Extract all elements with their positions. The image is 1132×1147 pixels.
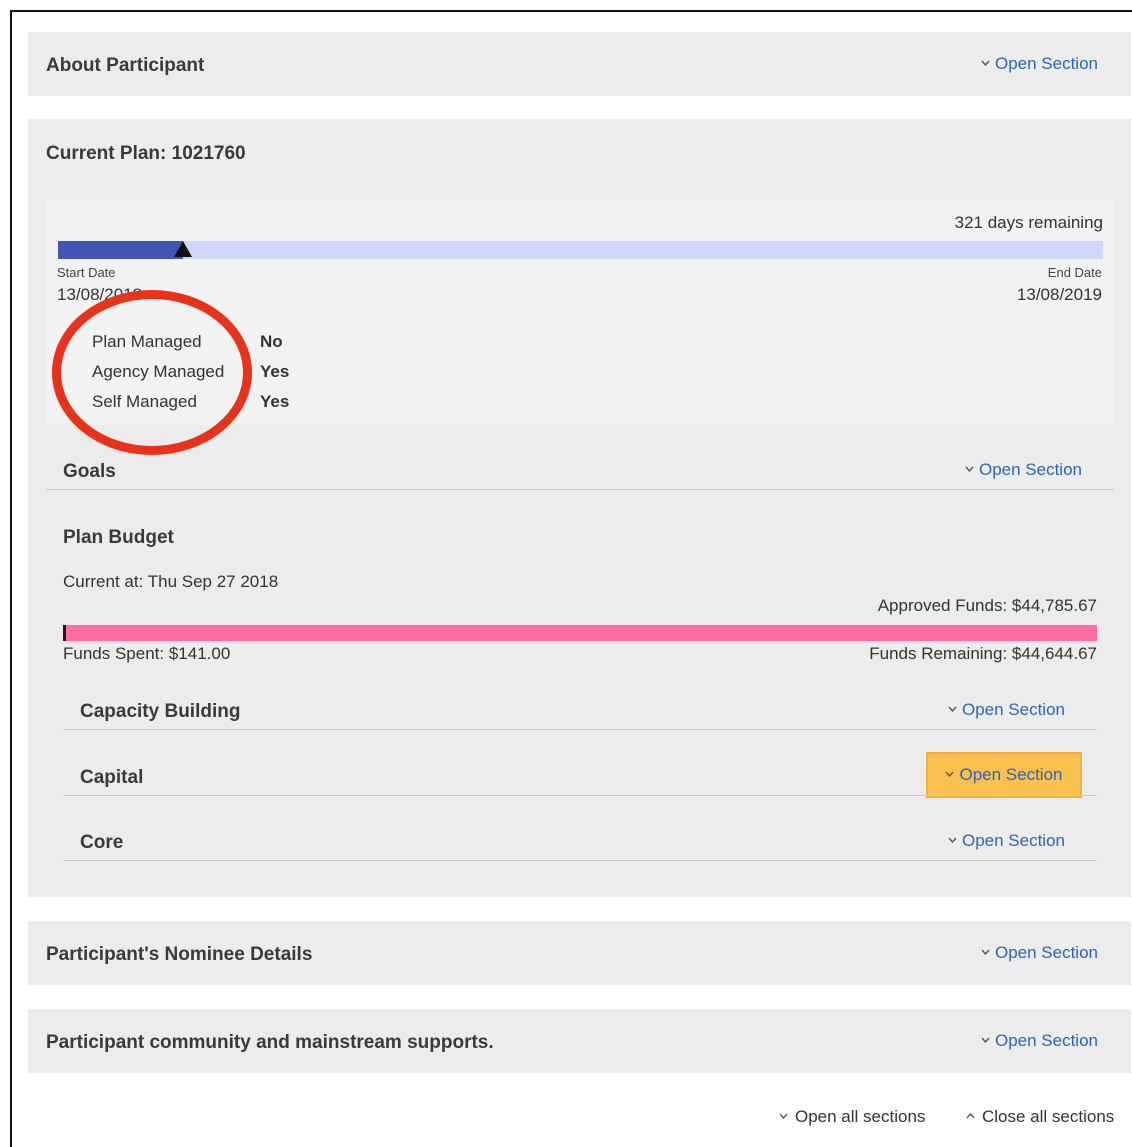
goals-title: Goals <box>63 461 116 482</box>
open-section-link[interactable]: Open Section <box>965 460 1082 480</box>
open-section-label: Open Section <box>994 943 1098 962</box>
open-section-link[interactable]: Open Section <box>948 831 1065 851</box>
open-all-label: Open all sections <box>795 1107 926 1126</box>
open-section-button-highlighted[interactable]: Open Section <box>926 752 1082 798</box>
divider <box>63 860 1097 861</box>
chevron-down-icon <box>948 706 957 714</box>
funds-remaining: Funds Remaining: $44,644.67 <box>869 644 1097 663</box>
divider <box>63 729 1097 730</box>
annotation-circle <box>52 290 252 455</box>
open-section-label: Open Section <box>961 831 1065 850</box>
divider <box>46 489 1114 490</box>
community-supports-section[interactable]: Participant community and mainstream sup… <box>28 1009 1131 1073</box>
category-title: Capacity Building <box>80 701 241 722</box>
open-section-label: Open Section <box>994 1031 1098 1050</box>
chevron-down-icon <box>779 1113 788 1121</box>
chevron-up-icon <box>966 1113 975 1121</box>
close-all-label: Close all sections <box>982 1107 1115 1126</box>
plan-budget-title: Plan Budget <box>63 527 174 548</box>
chevron-down-icon <box>945 771 955 779</box>
open-section-link[interactable]: Open Section <box>981 1031 1098 1051</box>
end-date-value: 13/08/2019 <box>1016 285 1102 304</box>
start-date-label: Start Date <box>57 265 116 280</box>
section-title: Participant community and mainstream sup… <box>46 1032 494 1053</box>
end-date-label: End Date <box>1047 265 1102 280</box>
plan-managed-value: No <box>260 332 283 351</box>
budget-progress-bar <box>63 625 1097 641</box>
open-section-label: Open Section <box>994 54 1098 73</box>
category-title: Core <box>80 832 124 853</box>
days-remaining: 321 days remaining <box>954 213 1103 232</box>
current-plan-title: Current Plan: 1021760 <box>46 143 246 164</box>
chevron-down-icon <box>981 949 990 957</box>
open-all-sections-link[interactable]: Open all sections <box>779 1107 925 1127</box>
category-title: Capital <box>80 767 144 788</box>
open-section-label: Open Section <box>961 700 1065 719</box>
agency-managed-value: Yes <box>260 362 290 381</box>
about-participant-section[interactable]: About Participant Open Section <box>28 32 1131 96</box>
open-section-label: Open Section <box>978 460 1082 479</box>
open-section-link[interactable]: Open Section <box>981 943 1098 963</box>
funds-spent: Funds Spent: $141.00 <box>63 644 231 663</box>
open-section-link[interactable]: Open Section <box>981 54 1098 74</box>
divider <box>63 795 1097 796</box>
plan-progress-fill <box>58 241 183 259</box>
chevron-down-icon <box>981 60 990 68</box>
section-title: About Participant <box>46 55 205 76</box>
plan-progress-bar <box>58 241 1103 259</box>
budget-spent-fill <box>63 625 66 641</box>
chevron-down-icon <box>965 466 974 474</box>
chevron-down-icon <box>981 1037 990 1045</box>
open-section-link[interactable]: Open Section <box>945 765 1063 785</box>
open-section-label: Open Section <box>959 765 1063 784</box>
section-title: Participant's Nominee Details <box>46 944 313 965</box>
approved-funds: Approved Funds: $44,785.67 <box>877 596 1097 615</box>
today-marker-icon <box>174 241 192 257</box>
self-managed-value: Yes <box>260 392 290 411</box>
close-all-sections-link[interactable]: Close all sections <box>966 1107 1114 1127</box>
chevron-down-icon <box>948 837 957 845</box>
nominee-details-section[interactable]: Participant's Nominee Details Open Secti… <box>28 921 1131 985</box>
open-section-link[interactable]: Open Section <box>948 700 1065 720</box>
budget-current-at: Current at: Thu Sep 27 2018 <box>63 572 279 591</box>
